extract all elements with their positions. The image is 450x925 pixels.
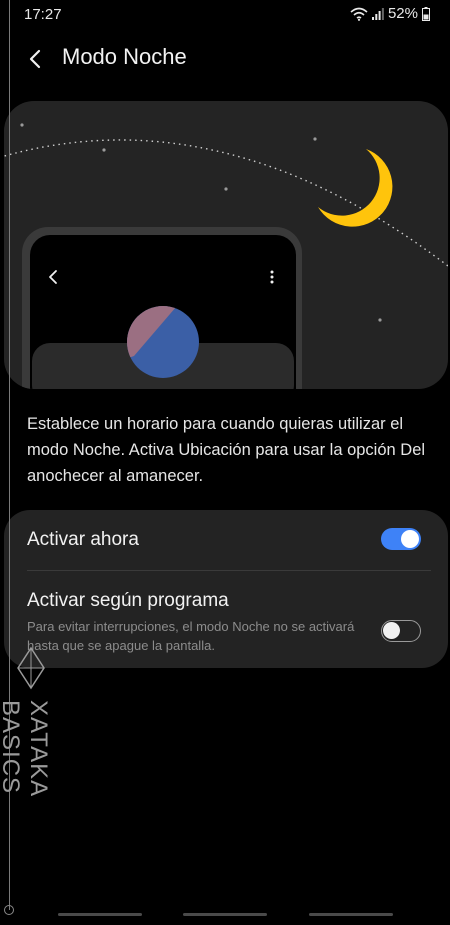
toggle-knob [383,622,400,639]
wifi-icon [350,7,368,21]
night-illustration-card [4,101,448,389]
status-time: 17:27 [24,6,62,23]
nav-recents-button[interactable] [58,913,142,916]
toggle-knob [401,530,419,548]
status-icons: 52% [350,5,430,22]
back-button[interactable] [20,44,50,74]
crescent-moon-icon [318,149,393,227]
page-title: Modo Noche [62,44,187,69]
chevron-left-icon [29,49,41,69]
battery-icon [422,6,430,21]
description-text: Establece un horario para cuando quieras… [27,415,426,485]
night-illustration [4,123,448,389]
navigation-bar [0,905,450,925]
nav-back-button[interactable] [309,913,393,916]
schedule-toggle[interactable] [381,620,421,642]
xataka-logo-icon [17,646,45,690]
nav-home-button[interactable] [183,913,267,916]
battery-percent: 52% [387,5,418,22]
activate-now-label: Activar ahora [27,529,139,550]
signal-icon [371,8,384,20]
app-bar: Modo Noche [0,30,450,86]
schedule-subtitle: Para evitar interrupciones, el modo Noch… [27,619,355,653]
schedule-label: Activar según programa [27,590,229,611]
settings-card: Activar ahora Activar según programa Par… [4,510,448,668]
watermark-text: XATAKA BASICS [0,700,52,796]
status-bar: 17:27 52% [0,0,450,30]
schedule-row[interactable]: Activar según programa Para evitar inter… [4,571,448,668]
activate-now-row[interactable]: Activar ahora [4,510,448,570]
activate-now-toggle[interactable] [381,528,421,550]
more-vertical-icon [270,270,274,284]
